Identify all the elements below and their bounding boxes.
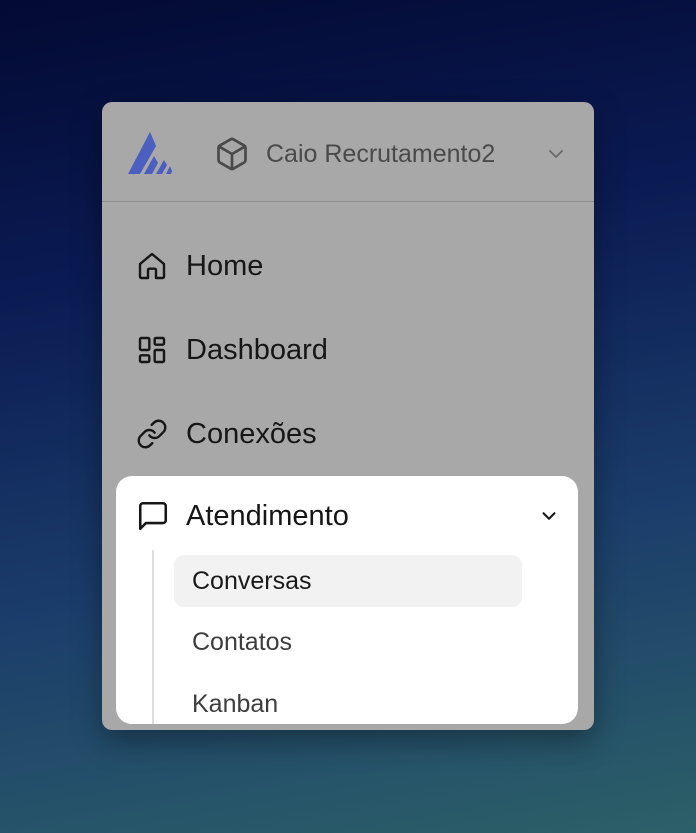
nav-group-atendimento: Atendimento Conversas Contatos Kanban — [116, 476, 578, 724]
nav-item-dashboard[interactable]: Dashboard — [136, 322, 556, 378]
home-icon — [138, 252, 166, 280]
nav-item-home[interactable]: Home — [136, 238, 556, 294]
link-icon — [137, 419, 167, 449]
nav-item-conexoes[interactable]: Conexões — [136, 406, 556, 462]
dashboard-grid-icon — [138, 336, 166, 364]
cube-icon — [217, 137, 247, 171]
submenu-item-conversas[interactable]: Conversas — [174, 555, 522, 607]
chevron-down-icon[interactable] — [538, 505, 560, 527]
nav-item-label: Conexões — [186, 417, 317, 450]
sidebar-header: Caio Recrutamento2 — [102, 102, 594, 202]
brand-logo-icon[interactable] — [126, 130, 174, 176]
nav-item-label: Home — [186, 249, 264, 282]
nav-group-toggle[interactable]: Atendimento — [136, 488, 560, 544]
nav-item-label: Dashboard — [186, 333, 328, 366]
submenu-divider — [152, 550, 154, 724]
organization-name: Caio Recrutamento2 — [266, 139, 496, 168]
message-square-icon — [138, 501, 168, 531]
chevron-down-icon — [549, 150, 563, 158]
organization-switcher[interactable]: Caio Recrutamento2 — [214, 132, 568, 176]
sidebar-panel: Caio Recrutamento2 Home Dashboard Conexõ… — [102, 102, 594, 730]
submenu-item-kanban[interactable]: Kanban — [174, 678, 522, 724]
submenu-item-contatos[interactable]: Contatos — [174, 616, 522, 668]
nav-group-label: Atendimento — [186, 499, 349, 532]
